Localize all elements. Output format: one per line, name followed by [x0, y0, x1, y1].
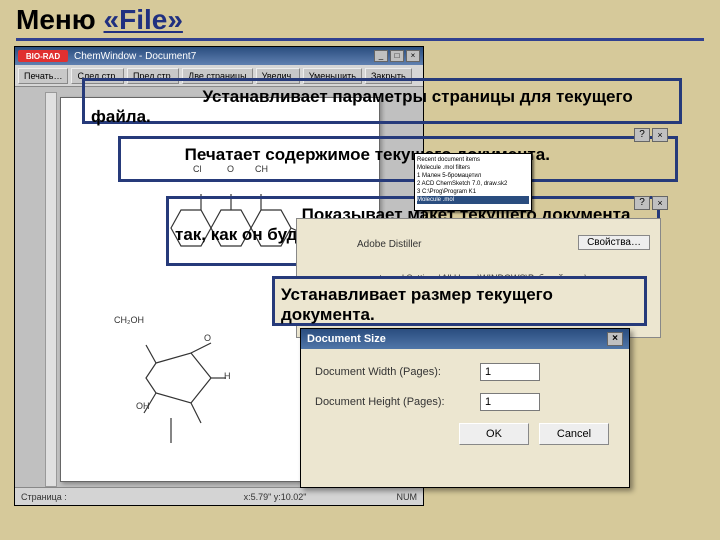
chem-label-oh: OH: [136, 401, 150, 411]
explanation-print: Print – Печатает содержимое текущего док…: [118, 136, 678, 182]
ok-button[interactable]: OK: [459, 423, 529, 445]
popup-line: Recent document items: [417, 156, 529, 164]
chem-label-o2: O: [204, 333, 211, 343]
docsize-titlebar: Document Size ×: [301, 329, 629, 349]
vertical-ruler: [45, 92, 57, 487]
close-icon[interactable]: ×: [652, 128, 668, 142]
chemical-structure-2: CH₂OH OH H O: [116, 323, 256, 463]
document-size-dialog: Document Size × Document Width (Pages): …: [300, 328, 630, 488]
recent-docs-popup: Recent document items Molecule .mol filt…: [414, 153, 532, 211]
maximize-icon[interactable]: □: [390, 50, 404, 62]
docsize-width-label: Document Width (Pages):: [315, 366, 480, 378]
docsize-height-input[interactable]: [480, 393, 540, 411]
preview-titlebar: BIO-RAD ChemWindow - Document7 _ □ ×: [15, 47, 423, 65]
close-icon[interactable]: ×: [607, 332, 623, 346]
docsize-width-input[interactable]: [480, 363, 540, 381]
title-menu-word: Меню: [16, 4, 96, 35]
help-icon[interactable]: ?: [634, 196, 650, 210]
help-icon[interactable]: ?: [634, 128, 650, 142]
docsize-height-label: Document Height (Pages):: [315, 396, 480, 408]
close-icon[interactable]: ×: [406, 50, 420, 62]
popup-line: 2 ACD ChemSketch 7.0, draw.sk2: [417, 180, 529, 188]
docsize-title-text: Document Size: [307, 333, 386, 345]
status-num: NUM: [397, 492, 418, 502]
status-coords: x:5.79" y:10.02": [244, 492, 307, 502]
cancel-button[interactable]: Cancel: [539, 423, 609, 445]
popup-line-selected[interactable]: Molecule .mol: [417, 196, 529, 204]
printer-name-label: Adobe Distiller: [357, 239, 421, 250]
status-page: Страница :: [21, 492, 67, 502]
explanation-docsize: Устанавливает размер текущего документа.: [272, 276, 647, 326]
preview-statusbar: Страница : x:5.79" y:10.02" NUM: [15, 487, 423, 505]
toolbar-print-button[interactable]: Печать…: [18, 68, 68, 84]
title-underline: [16, 38, 704, 41]
popup-line: 1 Мален 5-бромацетил: [417, 172, 529, 180]
popup-line: Molecule .mol filters: [417, 164, 529, 172]
title-file-word: «File»: [104, 4, 183, 35]
docsize-buttons: OK Cancel: [315, 423, 615, 445]
docsize-body: Document Width (Pages): Document Height …: [301, 349, 629, 453]
close-icon[interactable]: ×: [652, 196, 668, 210]
page-title: Меню «File»: [0, 0, 720, 38]
docsize-height-row: Document Height (Pages):: [315, 393, 615, 411]
popup-line: 3 C:\Prog\Program K1: [417, 188, 529, 196]
explanation-page-setup: Page Setup – Устанавливает параметры стр…: [82, 78, 682, 124]
preview-title-text: ChemWindow - Document7: [74, 51, 372, 62]
minimize-icon[interactable]: _: [374, 50, 388, 62]
chem-label-ch2oh: CH₂OH: [114, 315, 144, 325]
properties-button[interactable]: Свойства…: [578, 235, 650, 250]
brand-logo: BIO-RAD: [18, 50, 68, 62]
explanation-text-1: Устанавливает параметры страницы для тек…: [91, 87, 633, 126]
docsize-width-row: Document Width (Pages):: [315, 363, 615, 381]
chem-label-h: H: [224, 371, 231, 381]
explanation-text-4: Устанавливает размер текущего документа.: [281, 285, 553, 324]
